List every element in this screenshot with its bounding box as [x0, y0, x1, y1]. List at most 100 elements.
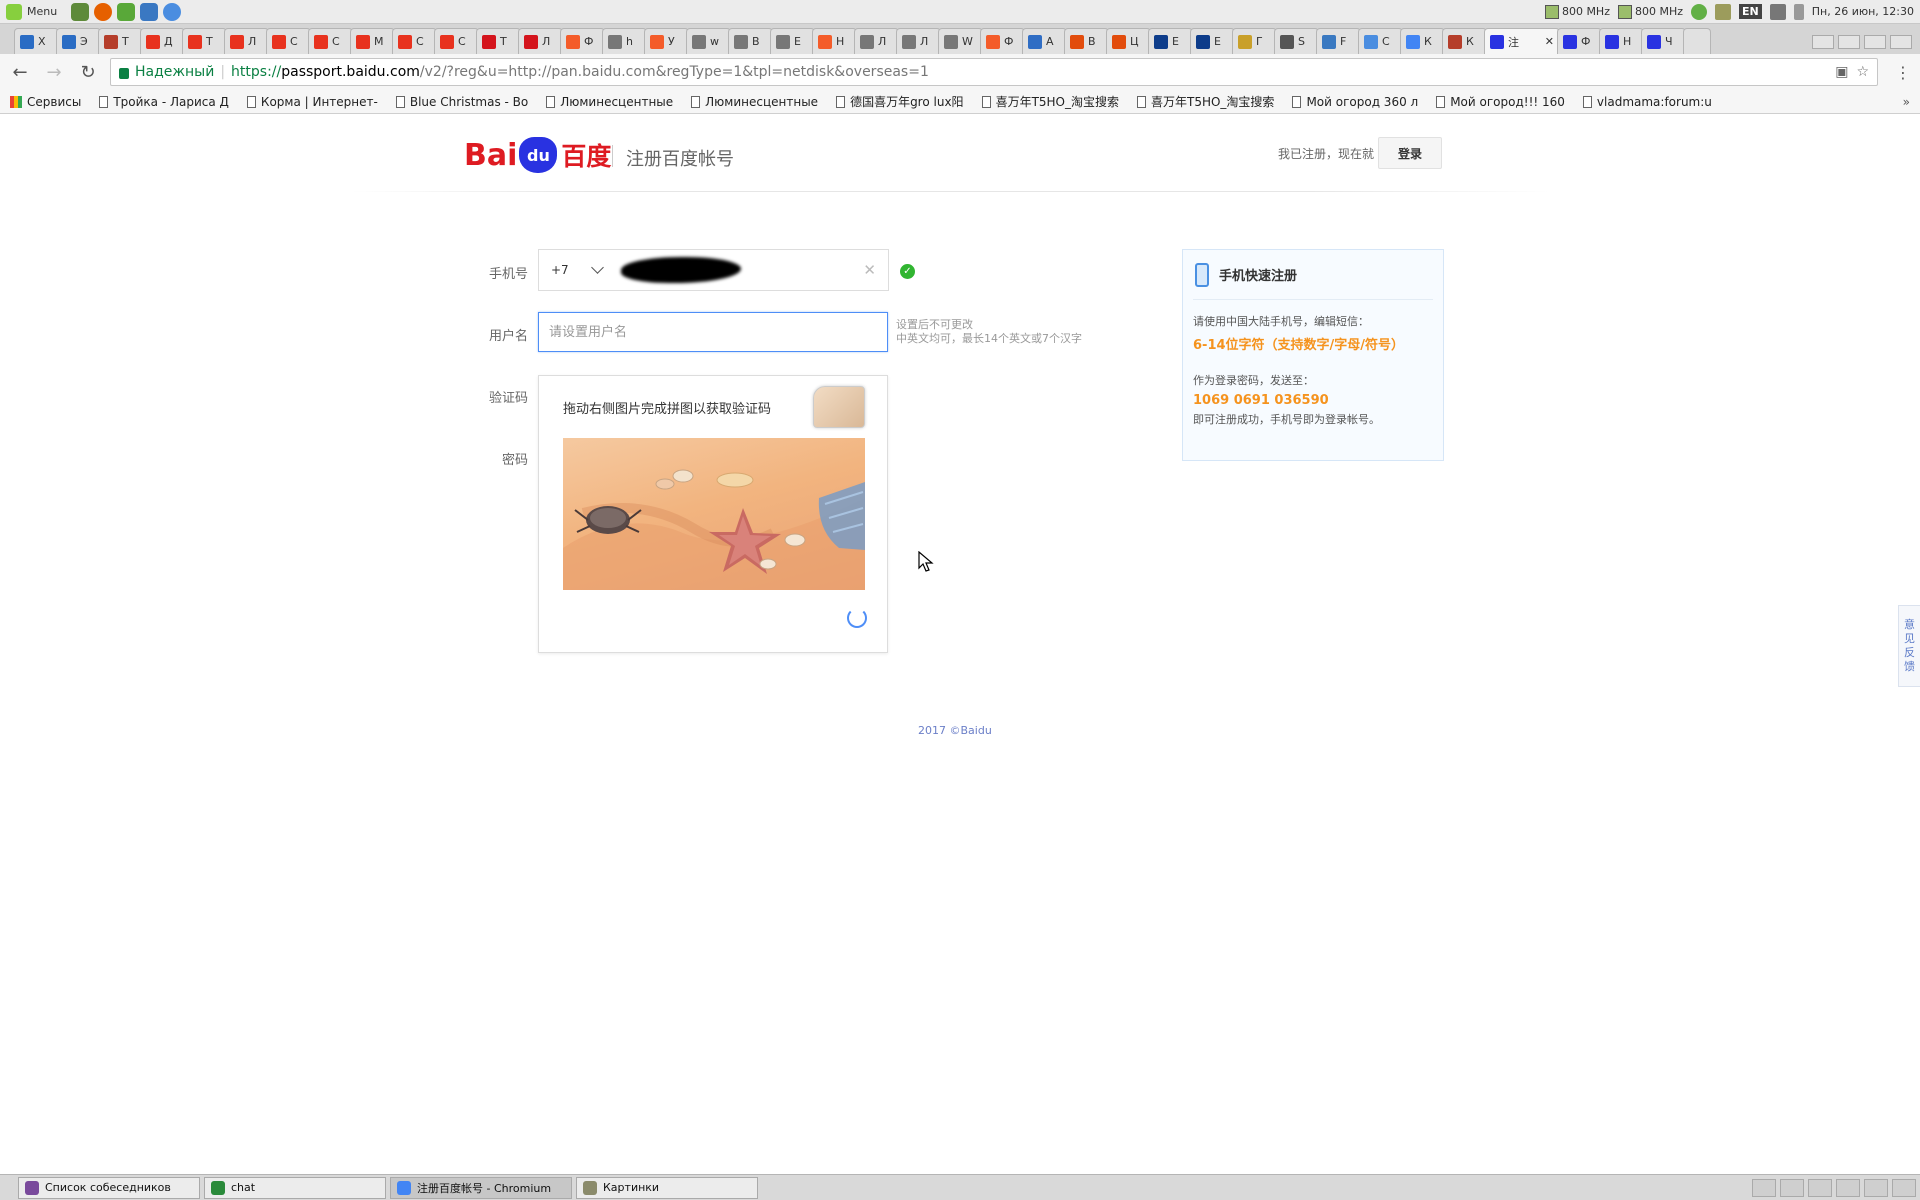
bookmark-item[interactable]: Тройка - Лариса Д	[99, 95, 229, 109]
browser-tab[interactable]: С	[266, 28, 311, 54]
system-menu-button[interactable]: Menu	[6, 3, 57, 20]
browser-tab[interactable]: У	[644, 28, 689, 54]
clear-phone-icon[interactable]: ✕	[863, 261, 876, 279]
tray-app-2[interactable]	[1780, 1178, 1804, 1197]
browser-tab[interactable]: К	[1400, 28, 1445, 54]
browser-tab[interactable]: 注 ✕	[1484, 28, 1560, 54]
address-bar[interactable]: Надежный | https://passport.baidu.com/v2…	[110, 58, 1878, 86]
translate-icon[interactable]: ▣	[1835, 64, 1848, 80]
puzzle-piece[interactable]	[813, 386, 865, 428]
bookmark-item[interactable]: Blue Christmas - Bo	[395, 95, 528, 109]
keyboard-layout-indicator[interactable]: EN	[1739, 4, 1762, 19]
bookmarks-overflow-button[interactable]: »	[1903, 95, 1910, 109]
taskbar-window-button[interactable]: 注册百度帐号 - Chromium	[390, 1176, 572, 1199]
browser-tab[interactable]: X	[14, 28, 59, 54]
app-icon	[25, 1180, 39, 1195]
bookmark-item[interactable]: 喜万年T5HO_淘宝搜索	[981, 93, 1119, 110]
browser-tab[interactable]: Л	[224, 28, 269, 54]
firefox-launcher-icon[interactable]	[94, 2, 113, 21]
browser-tab[interactable]: М	[350, 28, 395, 54]
chromium-launcher-icon[interactable]	[163, 2, 182, 21]
browser-tab[interactable]: А	[1022, 28, 1067, 54]
bookmark-star-icon[interactable]: ☆	[1856, 64, 1869, 80]
browser-tab[interactable]: Ф	[980, 28, 1025, 54]
new-tab-button[interactable]	[1683, 28, 1711, 54]
tab-favicon-icon	[860, 34, 874, 49]
browser-tab[interactable]: Ф	[1557, 28, 1602, 54]
browser-tab[interactable]: Ф	[560, 28, 605, 54]
taskbar-window-button[interactable]: Список собеседников	[18, 1176, 200, 1199]
document-launcher-icon[interactable]	[140, 2, 159, 21]
country-code-select[interactable]: +7	[539, 260, 611, 277]
browser-tab[interactable]: S	[1274, 28, 1319, 54]
browser-tab[interactable]: Е	[770, 28, 815, 54]
workspace-3[interactable]	[1864, 1178, 1888, 1197]
browser-tab[interactable]: С	[434, 28, 479, 54]
browser-tab[interactable]: Н	[812, 28, 857, 54]
back-button[interactable]: ←	[8, 60, 32, 84]
battery-icon[interactable]	[1793, 3, 1804, 20]
bookmark-item[interactable]: Люминесцентные	[546, 95, 673, 109]
workspace-4[interactable]	[1892, 1178, 1916, 1197]
bookmark-item[interactable]: vladmama:forum:u	[1582, 95, 1712, 109]
tab-favicon-icon	[1448, 34, 1462, 49]
browser-tab[interactable]: Е	[1148, 28, 1193, 54]
clock[interactable]: Пн, 26 июн, 12:30	[1812, 5, 1914, 18]
browser-tab[interactable]: Т	[182, 28, 227, 54]
bookmark-apps[interactable]: Сервисы	[10, 95, 81, 109]
spreadsheet-launcher-icon[interactable]	[117, 2, 136, 21]
volume-icon[interactable]	[1769, 3, 1786, 20]
login-button[interactable]: 登录	[1378, 137, 1442, 169]
browser-tab[interactable]: h	[602, 28, 647, 54]
browser-tab[interactable]: Н	[1599, 28, 1644, 54]
browser-tab[interactable]: С	[308, 28, 353, 54]
refresh-captcha-icon[interactable]	[847, 608, 867, 628]
feedback-button[interactable]: 意见反馈	[1898, 605, 1920, 687]
baidu-logo[interactable]: Bai du 百度	[464, 133, 611, 177]
browser-tab[interactable]: Э	[56, 28, 101, 54]
forward-button[interactable]: →	[42, 60, 66, 84]
browser-tab[interactable]: Л	[854, 28, 899, 54]
browser-tab[interactable]: w	[686, 28, 731, 54]
user-profile-button[interactable]	[1812, 35, 1834, 49]
taskbar-window-button[interactable]: chat	[204, 1176, 386, 1199]
bookmark-item[interactable]: Корма | Интернет-	[246, 95, 378, 109]
browser-tab[interactable]: Л	[518, 28, 563, 54]
bookmark-item[interactable]: 德国喜万年gro lux阳	[836, 93, 964, 110]
browser-menu-icon[interactable]: ⋮	[1894, 63, 1912, 82]
terminal-launcher-icon[interactable]	[71, 2, 90, 21]
reload-button[interactable]: ↻	[76, 60, 100, 84]
network-icon[interactable]	[1691, 3, 1708, 20]
username-input[interactable]	[538, 312, 888, 352]
bookmark-item[interactable]: Мой огород!!! 160	[1436, 95, 1565, 109]
browser-tab[interactable]: W	[938, 28, 983, 54]
browser-tab[interactable]: С	[1358, 28, 1403, 54]
browser-tab[interactable]: В	[728, 28, 773, 54]
browser-tab[interactable]: Ц	[1106, 28, 1151, 54]
maximize-button[interactable]	[1864, 35, 1886, 49]
browser-tab[interactable]: Д	[140, 28, 185, 54]
minimize-button[interactable]	[1838, 35, 1860, 49]
workspace-1[interactable]	[1808, 1178, 1832, 1197]
browser-tab[interactable]: Т	[98, 28, 143, 54]
browser-tab[interactable]: Л	[896, 28, 941, 54]
browser-tab[interactable]: Е	[1190, 28, 1235, 54]
close-window-button[interactable]	[1890, 35, 1912, 49]
browser-tab[interactable]: Г	[1232, 28, 1277, 54]
browser-tab[interactable]: Т	[476, 28, 521, 54]
captcha-puzzle-image[interactable]	[563, 438, 865, 590]
close-tab-icon[interactable]: ✕	[1545, 35, 1554, 48]
browser-tab[interactable]: С	[392, 28, 437, 54]
workspace-2[interactable]	[1836, 1178, 1860, 1197]
taskbar-window-button[interactable]: Картинки	[576, 1176, 758, 1199]
update-icon[interactable]	[1715, 3, 1732, 20]
bookmark-item[interactable]: 喜万年T5HO_淘宝搜索	[1137, 93, 1274, 110]
browser-tab[interactable]: Ч	[1641, 28, 1686, 54]
bookmark-item[interactable]: Мой огород 360 л	[1292, 95, 1418, 109]
tray-app-1[interactable]	[1752, 1178, 1776, 1197]
bookmark-item[interactable]: Люминесцентные	[691, 95, 818, 109]
phone-field[interactable]: +7 ✕	[538, 249, 889, 291]
browser-tab[interactable]: F	[1316, 28, 1361, 54]
browser-tab[interactable]: В	[1064, 28, 1109, 54]
browser-tab[interactable]: К	[1442, 28, 1487, 54]
